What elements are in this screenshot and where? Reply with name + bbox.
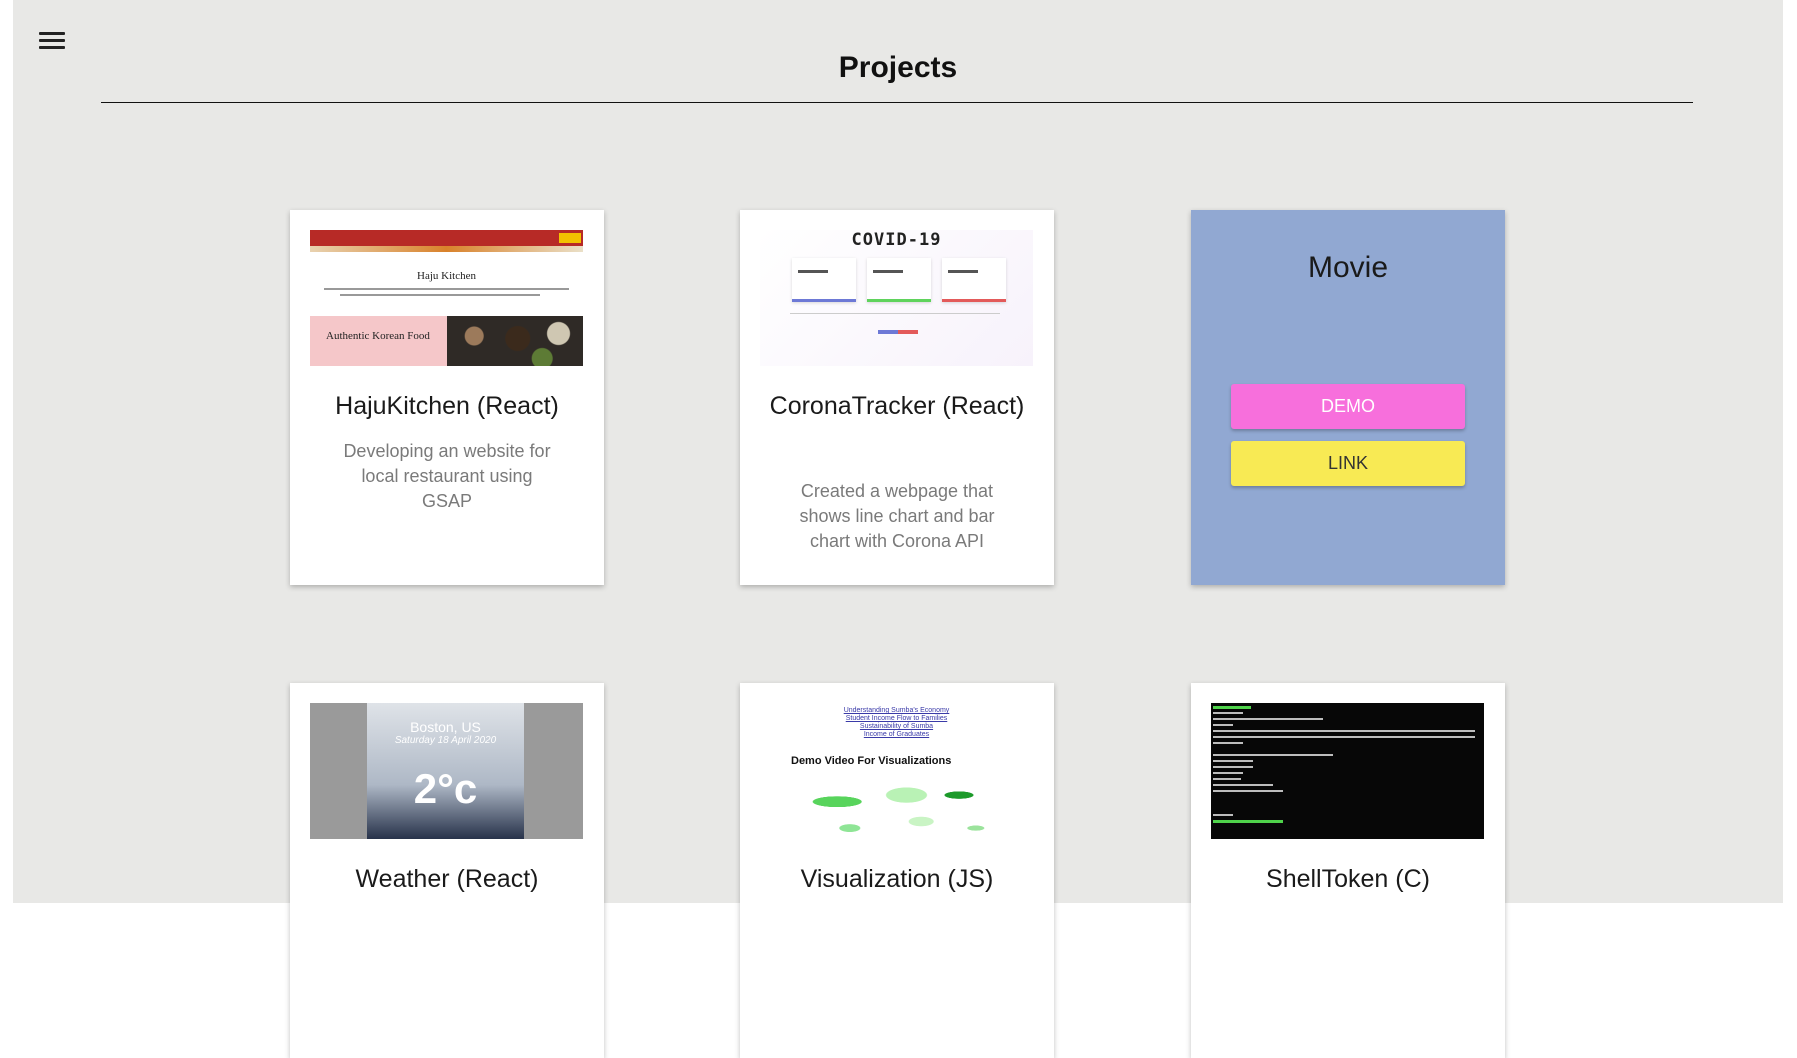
thumb-weather-panel: Boston, US Saturday 18 April 2020 2°c	[367, 703, 524, 839]
card-title: ShellToken (C)	[1266, 865, 1430, 893]
thumb-prompt	[1213, 820, 1283, 823]
link-button[interactable]: LINK	[1231, 441, 1465, 486]
card-title: HajuKitchen (React)	[335, 392, 559, 420]
thumb-text-line	[324, 288, 569, 290]
thumb-terminal-line	[1213, 724, 1233, 726]
thumb-link: Income of Graduates	[863, 731, 930, 738]
demo-button[interactable]: DEMO	[1231, 384, 1465, 429]
project-card-visualization[interactable]: Understanding Sumba's Economy Student In…	[740, 683, 1054, 1058]
thumb-stat-box	[867, 258, 931, 302]
thumb-prompt	[1213, 706, 1251, 709]
thumb-terminal-line	[1213, 736, 1475, 738]
thumb-heading: COVID-19	[851, 230, 942, 250]
thumb-terminal-line	[1213, 754, 1333, 756]
card-title: Weather (React)	[355, 865, 539, 893]
thumb-link: Student Income Flow to Families	[845, 715, 948, 722]
thumb-stat-box	[792, 258, 856, 302]
shelltoken-thumbnail[interactable]	[1211, 703, 1484, 839]
thumb-terminal-line	[1213, 742, 1243, 744]
title-divider	[101, 102, 1693, 103]
project-card-movie[interactable]: Movie DEMO LINK	[1191, 210, 1505, 585]
project-card-hajukitchen[interactable]: Haju Kitchen Authentic Korean Food HajuK…	[290, 210, 604, 585]
thumb-link: Understanding Sumba's Economy	[843, 707, 950, 714]
weather-thumbnail[interactable]: Boston, US Saturday 18 April 2020 2°c	[310, 703, 583, 839]
card-title: Movie	[1307, 251, 1389, 284]
coronatracker-thumbnail[interactable]: COVID-19	[760, 230, 1033, 366]
visualization-thumbnail[interactable]: Understanding Sumba's Economy Student In…	[760, 703, 1033, 839]
thumb-terminal-line	[1213, 814, 1233, 816]
page-title: Projects	[838, 51, 958, 84]
thumb-date: Saturday 18 April 2020	[394, 735, 497, 746]
thumb-divider	[790, 313, 1000, 314]
thumb-navbar	[310, 230, 583, 246]
card-title: Visualization (JS)	[800, 865, 994, 893]
thumb-banner: Authentic Korean Food	[310, 316, 447, 366]
thumb-buttons	[878, 330, 918, 334]
thumb-terminal-line	[1213, 766, 1253, 768]
thumb-heading: Demo Video For Visualizations	[791, 755, 952, 767]
thumb-terminal-line	[1213, 784, 1273, 786]
hamburger-menu-icon[interactable]	[39, 28, 65, 52]
card-description: Developing an website for local restaura…	[343, 441, 551, 511]
thumb-links: Understanding Sumba's Economy Student In…	[760, 707, 1033, 739]
thumb-city: Boston, US	[410, 719, 481, 735]
thumb-terminal-line	[1213, 712, 1243, 714]
card-description: Created a webpage that shows line chart …	[799, 481, 995, 551]
thumb-terminal-line	[1213, 772, 1243, 774]
thumb-terminal-line	[1213, 760, 1253, 762]
hajukitchen-thumbnail[interactable]: Haju Kitchen Authentic Korean Food	[310, 230, 583, 366]
thumb-food-photo	[447, 316, 583, 366]
thumb-link: Sustainability of Sumba	[859, 723, 934, 730]
thumb-terminal-line	[1213, 790, 1283, 792]
thumb-banner-text: Authentic Korean Food	[326, 330, 430, 342]
thumb-terminal-line	[1213, 778, 1241, 780]
thumb-terminal-line	[1213, 730, 1475, 732]
thumb-terminal-line	[1213, 718, 1323, 720]
thumb-world-map	[791, 772, 1001, 838]
card-title: CoronaTracker (React)	[769, 392, 1025, 420]
thumb-stat-box	[942, 258, 1006, 302]
thumb-temperature: 2°c	[413, 765, 478, 812]
project-card-weather[interactable]: Boston, US Saturday 18 April 2020 2°c We…	[290, 683, 604, 1058]
project-card-shelltoken[interactable]: ShellToken (C)	[1191, 683, 1505, 1058]
project-card-coronatracker[interactable]: COVID-19 CoronaTracker (React) Created a…	[740, 210, 1054, 585]
thumb-heading: Haju Kitchen	[417, 270, 476, 282]
page-background: Projects Haju Kitchen Authentic Korean F…	[13, 0, 1783, 1058]
thumb-food-strip	[310, 246, 583, 252]
thumb-text-line	[340, 294, 540, 296]
